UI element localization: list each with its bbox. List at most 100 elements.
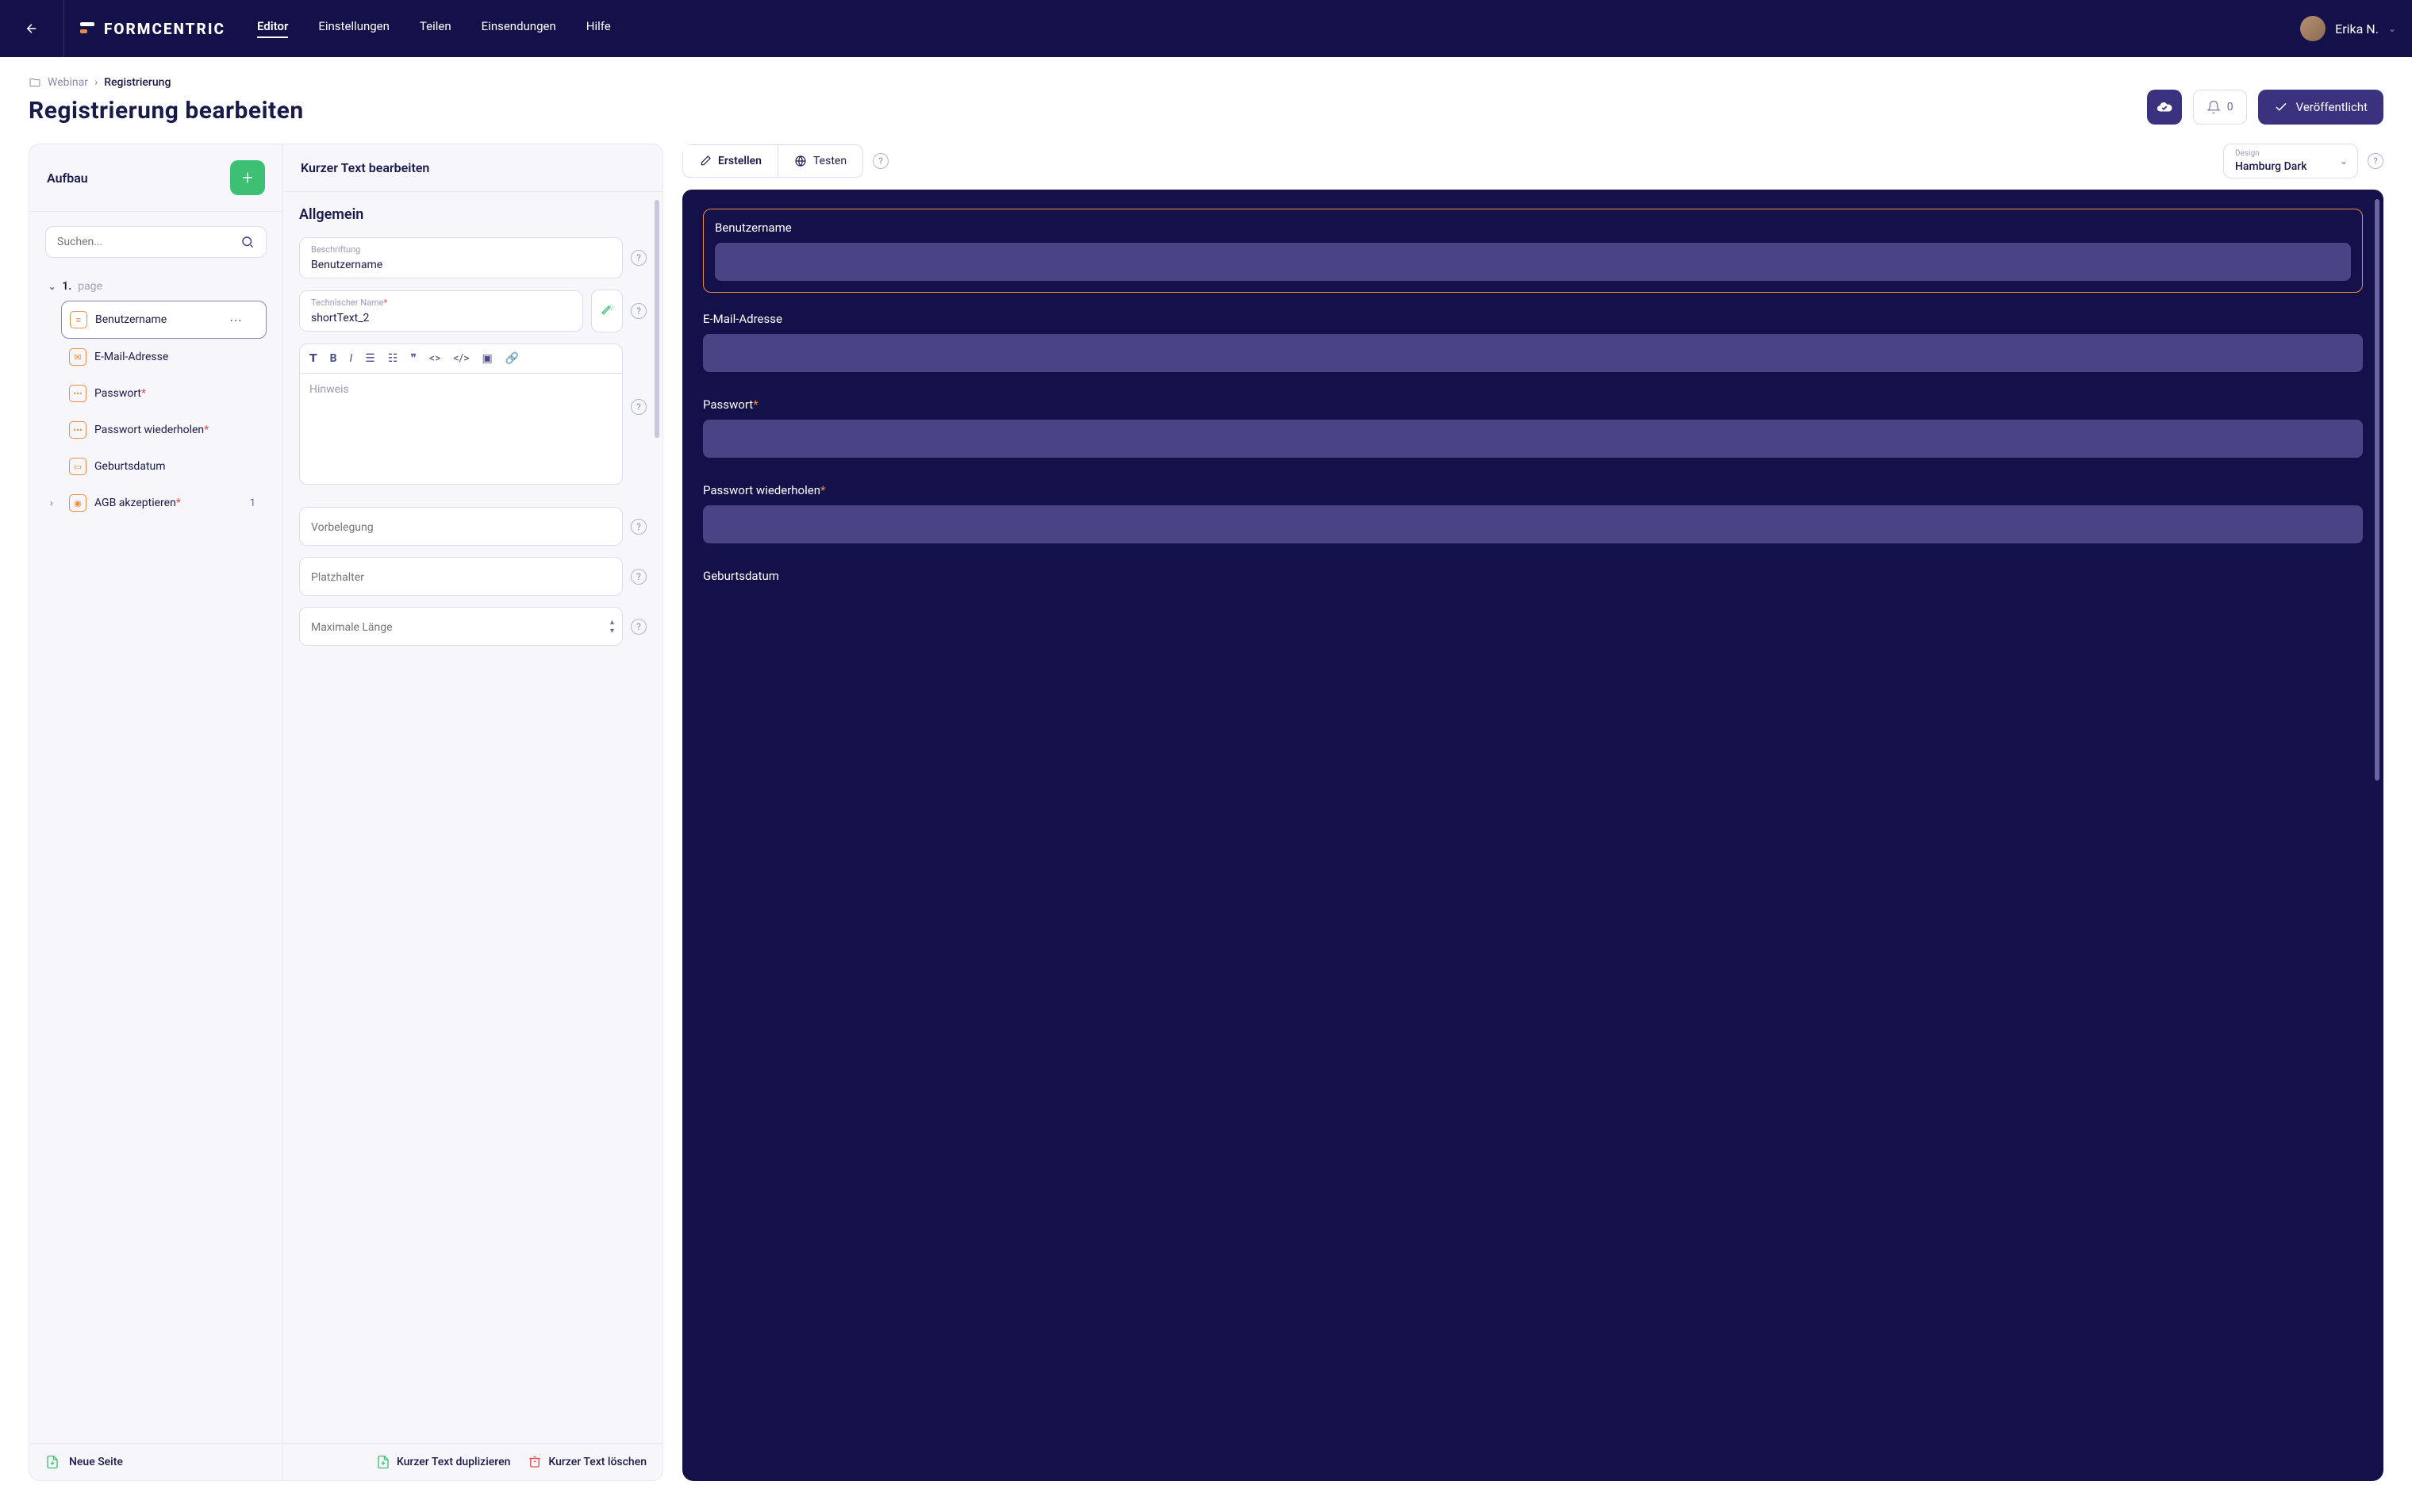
chevron-down-icon: ⌄ [48,282,56,292]
chevron-down-icon: ⌄ [2340,155,2348,167]
help-icon[interactable]: ? [631,399,647,415]
search-icon [240,235,255,249]
preview-input[interactable] [703,334,2363,372]
breadcrumb: Webinar › Registrierung [29,76,304,89]
chevron-right-icon[interactable]: › [50,497,53,508]
tree-item-passwort-repeat[interactable]: ••• Passwort wiederholen* [61,412,267,448]
preview-field-email[interactable]: E-Mail-Adresse [703,312,2363,372]
rt-heading-icon[interactable]: 𝗧 [309,352,317,365]
magic-wand-button[interactable] [591,290,623,332]
tree-item-passwort[interactable]: ••• Passwort* [61,375,267,412]
user-name: Erika N. [2335,21,2379,36]
publish-label: Veröffentlicht [2296,100,2368,114]
rt-ul-icon[interactable]: ☰ [365,352,375,365]
rt-link-icon[interactable]: 🔗 [505,352,519,365]
nav-help[interactable]: Hilfe [586,19,611,38]
breadcrumb-current: Registrierung [104,76,171,89]
structure-footer: Neue Seite [29,1443,282,1480]
input-hinweis[interactable]: Hinweis [299,374,623,485]
preview-field-passwort[interactable]: Passwort* [703,397,2363,458]
preview-field-benutzername[interactable]: Benutzername [703,209,2363,293]
nav-editor[interactable]: Editor [257,19,288,38]
nav-settings[interactable]: Einstellungen [318,19,390,38]
password-field-icon: ••• [69,385,86,402]
help-icon[interactable]: ? [873,153,889,169]
page-title: Registrierung bearbeiten [29,97,304,125]
bell-icon [2207,100,2221,114]
scrollbar-thumb[interactable] [2375,199,2379,781]
subheader: Webinar › Registrierung Registrierung be… [0,57,2412,144]
breadcrumb-parent[interactable]: Webinar [48,76,88,89]
section-allgemein: Allgemein [299,206,647,223]
input-technischer-name[interactable] [311,312,571,324]
duplicate-button[interactable]: Kurzer Text duplizieren [376,1455,510,1469]
logo[interactable]: FORMCENTRIC [80,20,225,38]
help-icon[interactable]: ? [631,619,647,635]
page-row[interactable]: ⌄ 1. page [45,272,267,301]
preview-mode-toggle: Erstellen Testen [682,144,863,178]
input-maxlength[interactable] [311,621,611,634]
preview-input[interactable] [703,505,2363,543]
rt-italic-icon[interactable]: I [350,352,353,365]
nav-share[interactable]: Teilen [420,19,451,38]
back-button[interactable] [16,13,48,44]
new-page-button[interactable]: Neue Seite [69,1456,123,1468]
magic-wand-icon [600,304,614,318]
globe-icon [794,155,807,167]
tab-testen[interactable]: Testen [778,145,862,177]
rt-ol-icon[interactable]: ☷ [388,352,398,365]
tree-item-email[interactable]: ✉ E-Mail-Adresse [61,339,267,375]
help-icon[interactable]: ? [631,519,647,535]
help-icon[interactable]: ? [631,569,647,585]
search-box [45,226,267,258]
notif-count: 0 [2227,101,2233,113]
topbar: FORMCENTRIC Editor Einstellungen Teilen … [0,0,2412,57]
preview-header: Erstellen Testen ? Design Hamburg Dark ⌄… [682,144,2383,178]
input-vorbelegung[interactable] [311,521,611,534]
new-page-icon [45,1455,60,1469]
cloud-save-button[interactable] [2147,90,2182,125]
preview-field-geburtsdatum[interactable]: Geburtsdatum [703,569,2363,583]
help-icon[interactable]: ? [631,303,647,319]
tree-item-benutzername[interactable]: ≡ Benutzername ⋯ [61,301,267,339]
structure-title: Aufbau [47,171,88,186]
divider [63,0,64,57]
preview-field-passwort-repeat[interactable]: Passwort wiederholen* [703,483,2363,543]
tab-erstellen[interactable]: Erstellen [683,145,778,177]
preview-input[interactable] [715,243,2351,281]
notification-button[interactable]: 0 [2193,90,2247,125]
input-beschriftung[interactable] [311,259,611,271]
delete-button[interactable]: Kurzer Text löschen [528,1455,647,1469]
editor-header: Kurzer Text bearbeiten [283,144,663,192]
rt-quote-icon[interactable]: ❞ [410,352,417,365]
brand-text: FORMCENTRIC [104,20,225,38]
editor-footer: Kurzer Text duplizieren Kurzer Text lösc… [283,1443,663,1480]
publish-button[interactable]: Veröffentlicht [2258,90,2383,125]
label-beschriftung: Beschriftung [311,244,611,255]
radio-field-icon: ◉ [69,494,86,512]
email-field-icon: ✉ [69,348,86,366]
more-icon[interactable]: ⋯ [229,313,242,328]
scrollbar-thumb[interactable] [655,200,659,438]
help-icon[interactable]: ? [631,250,647,266]
nav-links: Editor Einstellungen Teilen Einsendungen… [257,19,611,38]
input-platzhalter[interactable] [311,571,611,584]
preview-input[interactable] [703,420,2363,458]
cloud-icon [2156,98,2173,116]
tree-item-geburtsdatum[interactable]: ▭ Geburtsdatum [61,448,267,485]
rt-image-icon[interactable]: ▣ [482,352,493,365]
rt-bold-icon[interactable]: B [330,352,337,365]
user-menu[interactable]: Erika N. ⌄ [2300,16,2396,41]
nav-submissions[interactable]: Einsendungen [482,19,556,38]
add-element-button[interactable]: + [230,160,265,195]
search-input[interactable] [57,236,240,248]
rt-codeblock-icon[interactable]: </> [453,352,469,365]
duplicate-icon [376,1455,390,1469]
preview-panel-container: Erstellen Testen ? Design Hamburg Dark ⌄… [682,144,2383,1481]
tree-item-agb[interactable]: › ◉ AGB akzeptieren* 1 [61,485,267,521]
help-icon[interactable]: ? [2368,153,2383,169]
design-select[interactable]: Design Hamburg Dark ⌄ [2223,144,2358,178]
spinner-arrows[interactable]: ▴▾ [610,618,614,635]
text-field-icon: ≡ [70,311,87,328]
rt-code-icon[interactable]: <> [429,352,440,365]
